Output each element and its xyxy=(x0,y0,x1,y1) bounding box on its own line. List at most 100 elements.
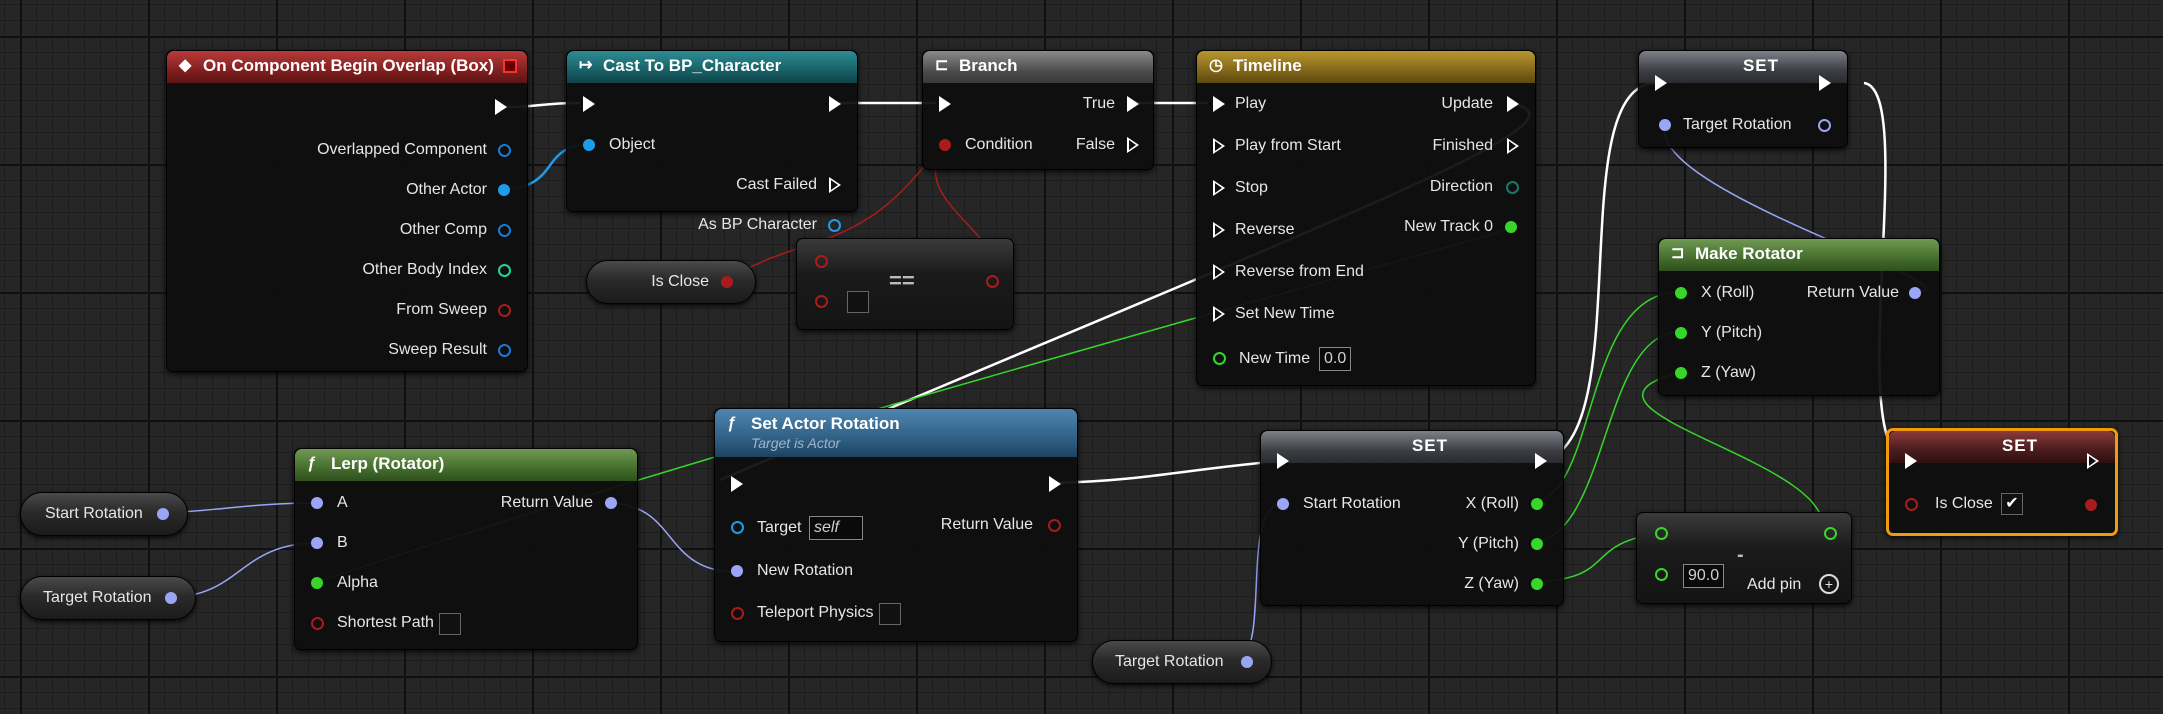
roll-pin[interactable] xyxy=(1675,287,1687,299)
add-pin-label[interactable]: Add pin xyxy=(1747,575,1801,595)
condition-pin[interactable] xyxy=(939,139,951,151)
timeline-node[interactable]: ◷ Timeline Play Play from Start Stop Rev… xyxy=(1196,50,1536,386)
other-body-index-pin[interactable] xyxy=(498,264,511,277)
start-rotation-variable[interactable]: Start Rotation xyxy=(20,492,188,536)
pin-label-pitch: Y (Pitch) xyxy=(1701,324,1763,341)
subtract-node[interactable]: 90.0 - Add pin + xyxy=(1636,512,1852,604)
cast-failed-exec-pin[interactable] xyxy=(829,177,841,193)
target-pin[interactable] xyxy=(731,521,744,534)
subtract-b-value-field[interactable]: 90.0 xyxy=(1683,564,1725,588)
subtract-input-a-pin[interactable] xyxy=(1655,527,1668,540)
exec-out-pin[interactable] xyxy=(1535,453,1547,469)
set-is-close-node[interactable]: SET Is Close ✔ xyxy=(1886,428,2118,536)
equals-input-b-pin[interactable] xyxy=(815,295,828,308)
other-comp-pin[interactable] xyxy=(498,224,511,237)
target-rotation-out-pin[interactable] xyxy=(1818,119,1831,132)
pin-label-play: Play xyxy=(1235,95,1267,112)
equals-node[interactable]: == xyxy=(796,238,1014,330)
roll-out-pin[interactable] xyxy=(1531,498,1543,510)
begin-overlap-event-node[interactable]: ◆ On Component Begin Overlap (Box) Overl… xyxy=(166,50,528,372)
return-value-pin[interactable] xyxy=(1048,519,1061,532)
pitch-pin[interactable] xyxy=(1675,327,1687,339)
new-rotation-pin[interactable] xyxy=(731,565,743,577)
exec-in-pin[interactable] xyxy=(1655,75,1667,91)
false-exec-pin[interactable] xyxy=(1127,137,1139,153)
is-close-in-pin[interactable] xyxy=(1905,498,1918,511)
update-exec-pin[interactable] xyxy=(1507,96,1519,112)
exec-out-pin[interactable] xyxy=(1819,75,1831,91)
play-from-start-exec-pin[interactable] xyxy=(1213,138,1225,154)
equals-output-pin[interactable] xyxy=(986,275,999,288)
true-exec-pin[interactable] xyxy=(1127,96,1139,112)
as-character-pin[interactable] xyxy=(828,219,841,232)
new-time-value-field[interactable]: 0.0 xyxy=(1319,347,1352,371)
exec-in-pin[interactable] xyxy=(731,476,743,492)
exec-out-pin[interactable] xyxy=(1049,476,1061,492)
pin-label-from-sweep: From Sweep xyxy=(396,301,487,318)
other-actor-pin[interactable] xyxy=(498,184,510,196)
return-value-pin[interactable] xyxy=(1909,287,1921,299)
reverse-exec-pin[interactable] xyxy=(1213,222,1225,238)
reverse-from-end-exec-pin[interactable] xyxy=(1213,264,1225,280)
target-rotation-in-pin[interactable] xyxy=(1659,119,1671,131)
cast-node[interactable]: ↦ Cast To BP_Character Object Cast Faile… xyxy=(566,50,858,233)
direction-pin[interactable] xyxy=(1506,181,1519,194)
new-time-pin[interactable] xyxy=(1213,352,1226,365)
set-start-rotation-node[interactable]: SET Start Rotation X (Roll) Y (Pitch) Z … xyxy=(1260,430,1564,606)
lerp-rotator-node[interactable]: ƒ Lerp (Rotator) A B Alpha Shortest Path… xyxy=(294,448,638,650)
is-close-checkbox[interactable]: ✔ xyxy=(2001,493,2023,515)
pitch-out-pin[interactable] xyxy=(1531,538,1543,550)
target-rotation-out-pin[interactable] xyxy=(165,592,177,604)
sweep-result-pin[interactable] xyxy=(498,344,511,357)
exec-out-pin[interactable] xyxy=(829,96,841,112)
make-rotator-node[interactable]: ⊐ Make Rotator X (Roll) Y (Pitch) Z (Yaw… xyxy=(1658,238,1940,396)
yaw-out-pin[interactable] xyxy=(1531,578,1543,590)
teleport-physics-pin[interactable] xyxy=(731,607,744,620)
object-pin[interactable] xyxy=(583,139,595,151)
lerp-alpha-pin[interactable] xyxy=(311,577,323,589)
start-rotation-in-pin[interactable] xyxy=(1277,498,1289,510)
branch-node[interactable]: ⊏ Branch True Condition False xyxy=(922,50,1154,170)
equals-input-a-pin[interactable] xyxy=(815,255,828,268)
exec-in-pin[interactable] xyxy=(583,96,595,112)
node-header: ƒ Lerp (Rotator) xyxy=(295,449,637,481)
set-new-time-exec-pin[interactable] xyxy=(1213,306,1225,322)
finished-exec-pin[interactable] xyxy=(1507,138,1519,154)
start-rotation-out-pin[interactable] xyxy=(157,508,169,520)
lerp-b-pin[interactable] xyxy=(311,537,323,549)
target-self-field[interactable]: self xyxy=(809,516,863,540)
teleport-physics-checkbox[interactable] xyxy=(879,603,901,625)
exec-in-pin[interactable] xyxy=(1277,453,1289,469)
exec-in-pin[interactable] xyxy=(1905,453,1917,469)
overlapped-component-pin[interactable] xyxy=(498,144,511,157)
is-close-variable[interactable]: Is Close xyxy=(586,260,756,304)
equals-b-checkbox[interactable] xyxy=(847,291,869,313)
target-rotation-out-pin[interactable] xyxy=(1241,656,1253,668)
stop-exec-pin[interactable] xyxy=(1213,180,1225,196)
play-exec-pin[interactable] xyxy=(1213,96,1225,112)
shortest-path-checkbox[interactable] xyxy=(439,613,461,635)
set-actor-rotation-node[interactable]: ƒ Set Actor Rotation Target is Actor Tar… xyxy=(714,408,1078,642)
target-rotation-variable[interactable]: Target Rotation xyxy=(1092,640,1272,684)
subtract-input-b-pin[interactable] xyxy=(1655,568,1668,581)
from-sweep-pin[interactable] xyxy=(498,304,511,317)
is-close-out-pin[interactable] xyxy=(2085,499,2097,511)
shortest-path-pin[interactable] xyxy=(311,617,324,630)
pin-label-reverse: Reverse xyxy=(1235,221,1295,238)
variable-label: Start Rotation xyxy=(45,505,143,522)
return-value-pin[interactable] xyxy=(605,497,617,509)
set-target-rotation-node[interactable]: SET Target Rotation xyxy=(1638,50,1848,148)
add-pin-icon[interactable]: + xyxy=(1819,574,1839,594)
exec-out-pin[interactable] xyxy=(2087,453,2099,469)
is-close-out-pin[interactable] xyxy=(721,276,733,288)
exec-in-pin[interactable] xyxy=(939,96,951,112)
pin-label-target-rotation: Target Rotation xyxy=(1683,116,1792,133)
lerp-a-pin[interactable] xyxy=(311,497,323,509)
yaw-pin[interactable] xyxy=(1675,367,1687,379)
exec-out-pin[interactable] xyxy=(495,99,507,115)
pin-label-reverse-from-end: Reverse from End xyxy=(1235,263,1364,280)
new-track-pin[interactable] xyxy=(1505,221,1517,233)
target-rotation-variable[interactable]: Target Rotation xyxy=(20,576,196,620)
delegate-pin-icon[interactable] xyxy=(503,59,517,73)
subtract-output-pin[interactable] xyxy=(1824,527,1837,540)
